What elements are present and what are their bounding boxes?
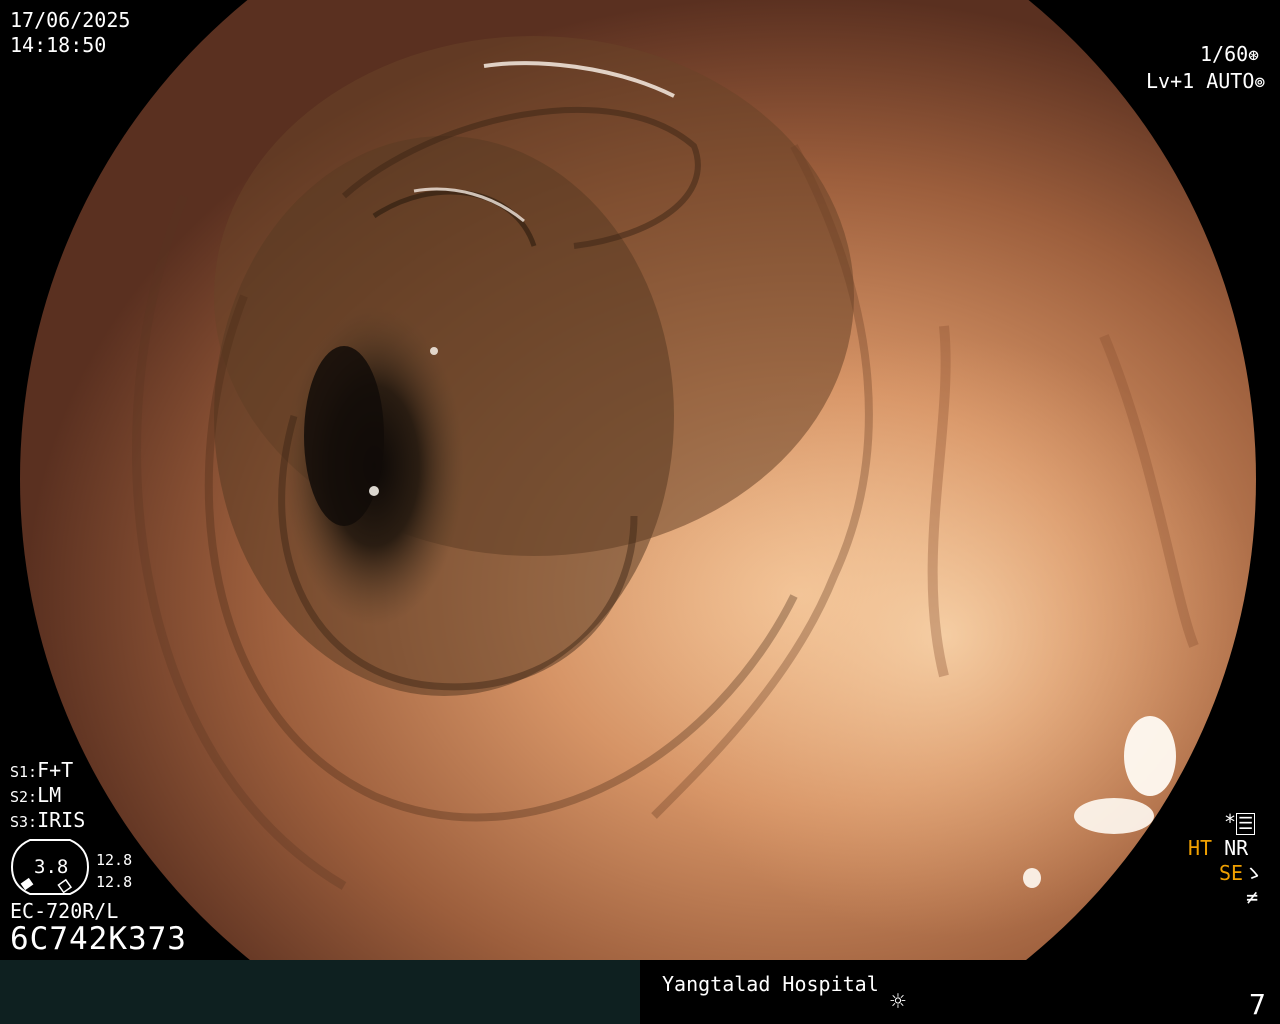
not-equal-indicator: ≠	[1246, 885, 1259, 909]
level-value: Lv+1	[1146, 69, 1195, 93]
se-label: SE	[1219, 861, 1244, 885]
setting-s3: S3:IRIS	[10, 808, 85, 834]
setting-s1-value: F+T	[37, 758, 74, 782]
se-indicator: SEゝ	[1219, 861, 1263, 885]
shutter-value: 1/60	[1200, 42, 1249, 66]
page-number: 7	[1249, 988, 1266, 1021]
setting-s3-key: S3:	[10, 813, 38, 831]
setting-s3-value: IRIS	[37, 808, 86, 832]
date-label: 17/06/2025	[10, 8, 131, 32]
endoscopic-image	[14, 0, 1262, 962]
star-indicator: * ☰	[1224, 810, 1256, 836]
scope-serial: 6C742K373	[10, 921, 187, 957]
star-label: *	[1224, 810, 1237, 834]
setting-s1-key: S1:	[10, 763, 38, 781]
nr-label: NR	[1224, 836, 1249, 860]
time-label: 14:18:50	[10, 33, 107, 57]
ht-label: HT	[1188, 836, 1213, 860]
se-curve-icon: ゝ	[1243, 861, 1264, 885]
gauge-top-value: 12.8	[96, 851, 133, 869]
sun-icon: ☼	[890, 987, 906, 1017]
shutter-label: 1/60⊛	[1200, 42, 1259, 68]
gauge-value: 3.8	[34, 856, 69, 878]
ht-nr-indicator: HT NR	[1188, 836, 1248, 860]
setting-s2-value: LM	[37, 783, 62, 807]
aperture-icon: ⊛	[1248, 45, 1260, 66]
iris-icon: ⊚	[1254, 72, 1266, 93]
level-iris-label: Lv+1 AUTO⊚	[1146, 69, 1265, 95]
gauge-bottom-value: 12.8	[96, 873, 133, 891]
setting-s2-key: S2:	[10, 788, 38, 806]
footer-bar	[0, 960, 1280, 1024]
iris-mode-value: AUTO	[1206, 69, 1255, 93]
setting-s1: S1:F+T	[10, 758, 73, 784]
scope-model: EC-720R/L	[10, 899, 119, 923]
setting-s2: S2:LM	[10, 783, 61, 809]
hospital-name: Yangtalad Hospital	[662, 972, 879, 996]
settings-sliders-icon: ☰	[1236, 813, 1256, 835]
